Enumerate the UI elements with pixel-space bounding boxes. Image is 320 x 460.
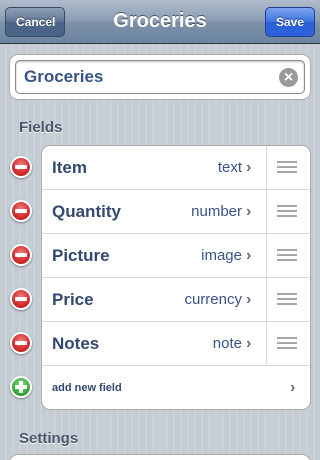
- chevron-right-icon: ›: [246, 159, 252, 176]
- field-name: Price: [52, 290, 94, 309]
- field-row-quantity[interactable]: Quantity number ›: [42, 190, 310, 234]
- reorder-grip-icon[interactable]: [277, 293, 297, 307]
- reorder-grip-icon[interactable]: [277, 337, 297, 351]
- settings-section-header: Settings: [19, 430, 79, 447]
- clear-icon[interactable]: ×: [279, 68, 298, 87]
- field-row-price[interactable]: Price currency ›: [42, 278, 310, 322]
- field-name: Notes: [52, 334, 100, 353]
- field-type: note: [212, 335, 242, 352]
- row-divider: [266, 146, 267, 190]
- field-row-item[interactable]: Item text ›: [42, 146, 310, 190]
- field-type: image: [201, 247, 242, 264]
- row-divider: [266, 234, 267, 278]
- name-input[interactable]: Groceries ×: [15, 60, 305, 94]
- delete-field-item-icon[interactable]: [10, 156, 32, 178]
- reorder-grip-icon[interactable]: [277, 161, 297, 175]
- field-type: currency: [184, 291, 242, 308]
- name-field-group: Groceries ×: [9, 54, 311, 100]
- row-divider: [266, 190, 267, 234]
- field-row-picture[interactable]: Picture image ›: [42, 234, 310, 278]
- delete-field-quantity-icon[interactable]: [10, 200, 32, 222]
- field-type: number: [191, 203, 242, 220]
- chevron-right-icon: ›: [246, 335, 252, 352]
- fields-section-header: Fields: [19, 119, 63, 136]
- chevron-right-icon: ›: [246, 203, 252, 220]
- add-field-icon[interactable]: [10, 376, 32, 398]
- field-name: Quantity: [52, 202, 121, 221]
- delete-field-notes-icon[interactable]: [10, 332, 32, 354]
- add-new-field-row[interactable]: add new field ›: [42, 366, 310, 409]
- field-row-notes[interactable]: Notes note ›: [42, 322, 310, 366]
- reorder-grip-icon[interactable]: [277, 205, 297, 219]
- chevron-right-icon: ›: [290, 379, 296, 396]
- fields-list: Item text › Quantity number › Picture im…: [41, 145, 311, 410]
- row-divider: [266, 278, 267, 322]
- add-new-field-label: add new field: [52, 382, 122, 394]
- field-name: Picture: [52, 246, 110, 265]
- delete-field-price-icon[interactable]: [10, 288, 32, 310]
- field-name: Item: [52, 158, 87, 177]
- reorder-grip-icon[interactable]: [277, 249, 297, 263]
- settings-group: [9, 454, 311, 460]
- save-button[interactable]: Save: [265, 7, 315, 37]
- delete-field-picture-icon[interactable]: [10, 244, 32, 266]
- row-divider: [266, 322, 267, 366]
- name-input-value: Groceries: [24, 67, 104, 86]
- chevron-right-icon: ›: [246, 291, 252, 308]
- navigation-bar: Cancel Groceries Save: [0, 0, 320, 44]
- chevron-right-icon: ›: [246, 247, 252, 264]
- field-type: text: [217, 159, 242, 176]
